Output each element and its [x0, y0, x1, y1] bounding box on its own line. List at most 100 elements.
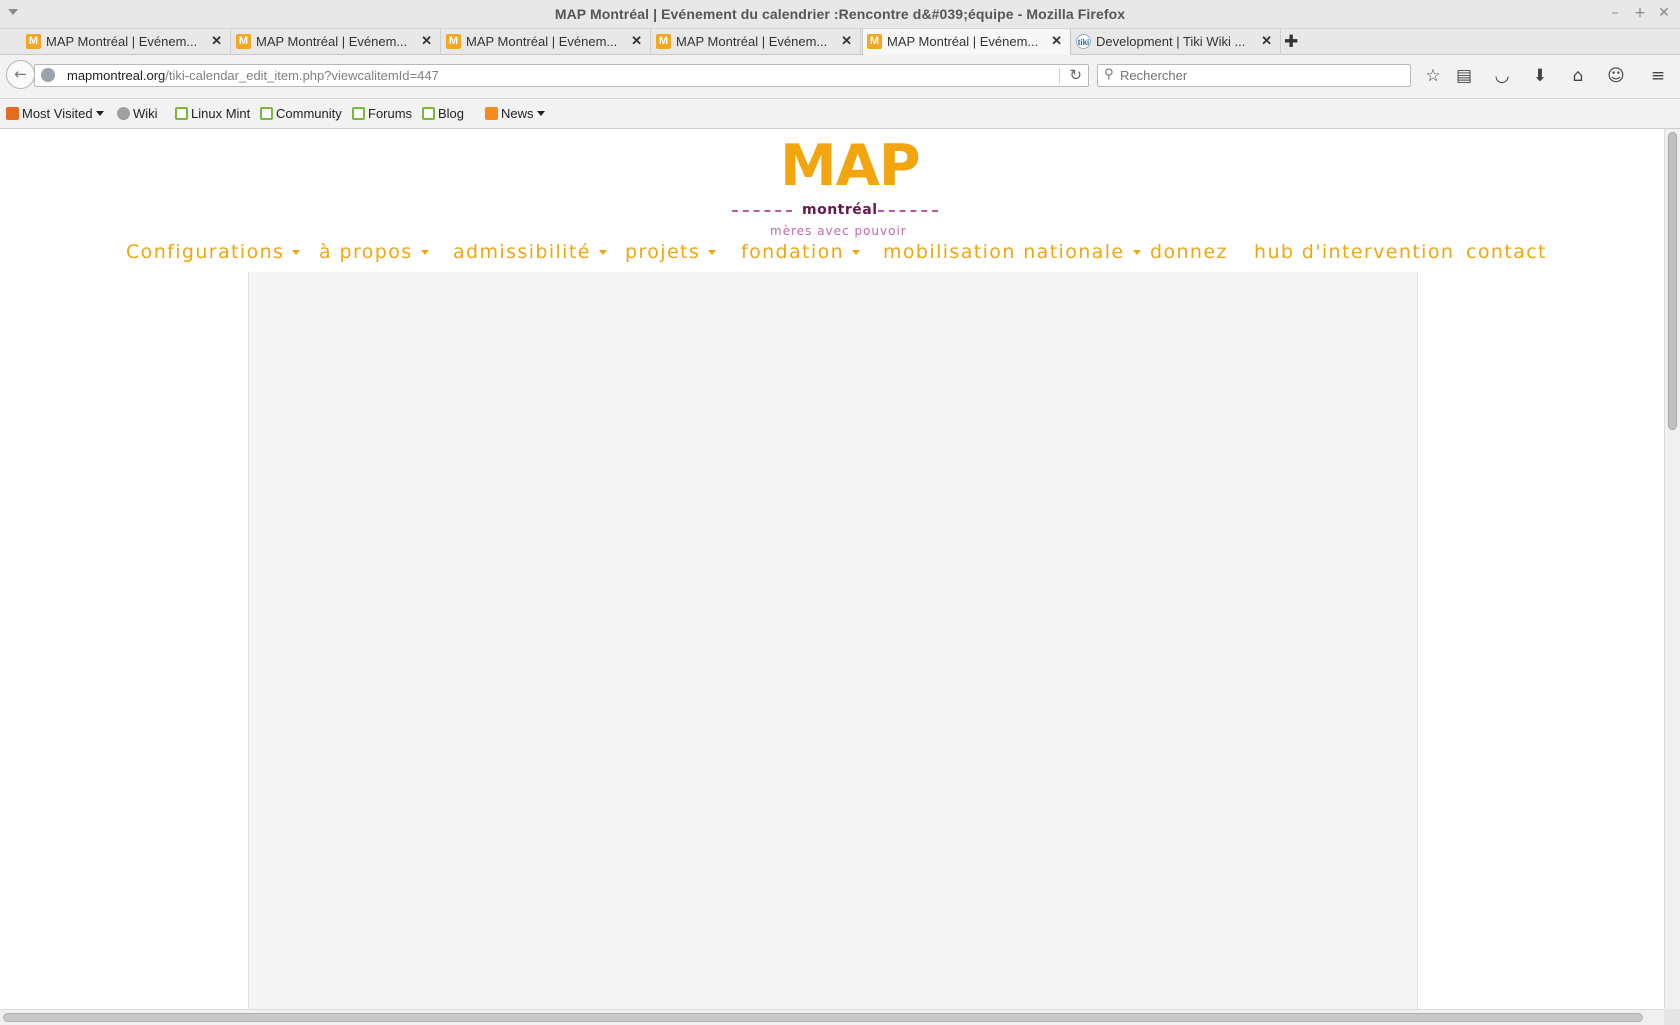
bookmarks-menu-icon[interactable]: ▤: [1453, 65, 1475, 87]
nav-item-donnez[interactable]: donnez: [1150, 241, 1228, 263]
vertical-scrollbar[interactable]: [1664, 129, 1680, 1009]
browser-tab[interactable]: M MAP Montréal | Evénem... ✕: [232, 29, 441, 55]
url-path: /tiki-calendar_edit_item.php?viewcalitem…: [165, 68, 439, 83]
tab-close-icon[interactable]: ✕: [421, 33, 432, 49]
logo-divider-right: [878, 210, 938, 212]
map-favicon-icon: M: [656, 34, 671, 49]
site-logo[interactable]: MAP montréal mères avec pouvoir: [730, 133, 940, 238]
nav-item-contact[interactable]: contact: [1466, 241, 1547, 263]
bookmark-wiki[interactable]: Wiki: [117, 106, 158, 121]
tab-label: MAP Montréal | Evénem...: [46, 34, 198, 49]
nav-item-mobilisation-nationale[interactable]: mobilisation nationale: [883, 241, 1141, 263]
tab-label: MAP Montréal | Evénem...: [256, 34, 408, 49]
back-button[interactable]: ←: [6, 60, 35, 89]
nav-item-label: mobilisation nationale: [883, 241, 1125, 263]
bookmark-blog[interactable]: Blog: [422, 106, 464, 121]
nav-item-label: fondation: [741, 241, 845, 263]
close-window-icon[interactable]: ✕: [1656, 5, 1672, 21]
url-bar-separator: [1059, 68, 1060, 84]
nav-item-label: admissibilité: [453, 241, 591, 263]
logo-map-text: MAP: [780, 133, 921, 199]
bookmark-label: News: [501, 106, 534, 121]
bookmark-label: Linux Mint: [191, 106, 251, 121]
window-titlebar: MAP Montréal | Evénement du calendrier :…: [0, 0, 1680, 29]
url-bar[interactable]: mapmontreal.org/tiki-calendar_edit_item.…: [34, 64, 1089, 87]
bookmark-star-icon[interactable]: ☆: [1422, 65, 1444, 87]
bookmark-label: Wiki: [133, 106, 158, 121]
maximize-icon[interactable]: +: [1632, 5, 1648, 21]
nav-item-label: à propos: [319, 241, 413, 263]
search-icon: ⚲: [1104, 67, 1114, 82]
map-favicon-icon: M: [26, 34, 41, 49]
nav-item-configurations[interactable]: Configurations: [126, 241, 301, 263]
chevron-down-icon: [95, 111, 104, 116]
tab-close-icon[interactable]: ✕: [1051, 33, 1062, 49]
horizontal-scrollbar[interactable]: [0, 1009, 1664, 1025]
browser-tab[interactable]: M MAP Montréal | Evénem... ✕: [442, 29, 651, 55]
logo-divider-left: [732, 210, 792, 212]
nav-item-a-propos[interactable]: à propos: [319, 241, 429, 263]
browser-tab-active[interactable]: M MAP Montréal | Evénem... ✕: [862, 29, 1071, 56]
chevron-down-icon: [1132, 250, 1141, 255]
search-input[interactable]: [1120, 66, 1400, 85]
bookmark-label: Blog: [438, 106, 465, 121]
minimize-icon[interactable]: –: [1607, 5, 1623, 21]
tab-close-icon[interactable]: ✕: [1261, 33, 1272, 49]
search-bar[interactable]: ⚲: [1097, 64, 1411, 87]
bookmark-label: Most Visited: [22, 106, 93, 121]
most-visited-icon: [6, 107, 19, 120]
browser-tab[interactable]: tiki Development | Tiki Wiki ... ✕: [1072, 29, 1281, 55]
bookmarks-toolbar: Most Visited Wiki Linux Mint Community F…: [0, 99, 1680, 129]
downloads-icon[interactable]: ⬇: [1529, 65, 1551, 87]
logo-montreal-text: montréal: [802, 202, 878, 218]
nav-item-label: Configurations: [126, 241, 285, 263]
tab-label: Development | Tiki Wiki ...: [1096, 34, 1246, 49]
scrollbar-corner: [1664, 1009, 1680, 1025]
rss-icon: [485, 107, 498, 120]
horizontal-scrollbar-thumb[interactable]: [3, 1013, 1643, 1022]
main-content-panel: [248, 272, 1418, 1009]
reload-icon[interactable]: ↻: [1069, 66, 1082, 84]
browser-tab[interactable]: M MAP Montréal | Evénem... ✕: [652, 29, 861, 55]
nav-item-label: projets: [625, 241, 701, 263]
bookmark-most-visited[interactable]: Most Visited: [6, 106, 104, 121]
tab-close-icon[interactable]: ✕: [631, 33, 642, 49]
logo-tagline: mères avec pouvoir: [770, 224, 907, 238]
chevron-down-icon: [536, 111, 545, 116]
tab-close-icon[interactable]: ✕: [841, 33, 852, 49]
new-tab-icon[interactable]: ✚: [1284, 32, 1298, 52]
map-favicon-icon: M: [236, 34, 251, 49]
nav-item-label: donnez: [1150, 241, 1228, 263]
nav-item-hub-intervention[interactable]: hub d'intervention: [1254, 241, 1454, 263]
pocket-icon[interactable]: ◡: [1491, 65, 1513, 87]
chevron-down-icon: [420, 250, 429, 255]
nav-item-fondation[interactable]: fondation: [741, 241, 861, 263]
tab-strip: M MAP Montréal | Evénem... ✕ M MAP Montr…: [0, 29, 1680, 56]
nav-item-admissibilite[interactable]: admissibilité: [453, 241, 607, 263]
chevron-down-icon: [852, 250, 861, 255]
bookmark-news[interactable]: News: [485, 106, 545, 121]
mint-icon: [422, 107, 435, 120]
chevron-down-icon: [292, 250, 301, 255]
site-identity-icon[interactable]: [41, 68, 55, 82]
nav-item-projets[interactable]: projets: [625, 241, 717, 263]
navigation-toolbar: ← mapmontreal.org/tiki-calendar_edit_ite…: [0, 55, 1680, 99]
bookmark-linux-mint[interactable]: Linux Mint: [175, 106, 250, 121]
home-icon[interactable]: ⌂: [1567, 65, 1589, 87]
mint-icon: [175, 107, 188, 120]
hamburger-menu-icon[interactable]: ≡: [1647, 65, 1669, 87]
url-text[interactable]: mapmontreal.org/tiki-calendar_edit_item.…: [67, 68, 439, 83]
bookmark-community[interactable]: Community: [260, 106, 342, 121]
bookmark-forums[interactable]: Forums: [352, 106, 412, 121]
tab-close-icon[interactable]: ✕: [211, 33, 222, 49]
tab-label: MAP Montréal | Evénem...: [676, 34, 828, 49]
chevron-down-icon: [598, 250, 607, 255]
chevron-down-icon: [708, 250, 717, 255]
window-title: MAP Montréal | Evénement du calendrier :…: [554, 6, 1126, 22]
browser-tab[interactable]: M MAP Montréal | Evénem... ✕: [22, 29, 231, 55]
page-viewport: MAP montréal mères avec pouvoir Configur…: [0, 129, 1664, 1009]
url-host: mapmontreal.org: [67, 68, 166, 83]
hello-chat-icon[interactable]: ☺: [1605, 65, 1627, 87]
nav-item-label: contact: [1466, 241, 1547, 263]
vertical-scrollbar-thumb[interactable]: [1668, 132, 1677, 430]
